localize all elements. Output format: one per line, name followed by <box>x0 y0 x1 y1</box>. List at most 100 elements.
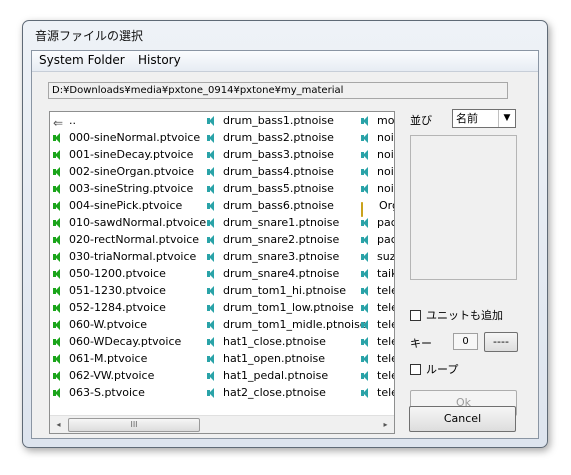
file-column-2: drum_bass1.ptnoise drum_bass2.ptnoisedrum… <box>207 112 367 401</box>
list-item[interactable]: 002-sineOrgan.ptvoice <box>53 163 206 180</box>
noise-speaker-icon <box>207 370 217 382</box>
noise-speaker-icon <box>207 387 217 399</box>
list-item[interactable]: tele <box>361 282 394 299</box>
list-item[interactable]: noi <box>361 146 394 163</box>
list-item[interactable]: hat1_pedal.ptnoise <box>207 367 367 384</box>
speaker-icon <box>53 183 63 195</box>
noise-speaker-icon <box>207 115 217 127</box>
list-item[interactable]: hat2_close.ptnoise <box>207 384 367 401</box>
file-name: 004-sinePick.ptvoice <box>69 199 183 212</box>
noise-speaker-icon <box>361 132 371 144</box>
list-item[interactable]: drum_bass4.ptnoise <box>207 163 367 180</box>
list-item[interactable]: hat1_open.ptnoise <box>207 350 367 367</box>
list-item[interactable]: 063-S.ptvoice <box>53 384 206 401</box>
list-item[interactable]: tele <box>361 384 394 401</box>
list-item[interactable]: 050-1200.ptvoice <box>53 265 206 282</box>
sort-label: 並び <box>410 114 432 127</box>
list-item[interactable]: 030-triaNormal.ptvoice <box>53 248 206 265</box>
noise-speaker-icon <box>361 183 371 195</box>
list-item[interactable]: Org <box>361 197 394 217</box>
list-item[interactable]: 000-sineNormal.ptvoice <box>53 129 206 146</box>
scroll-thumb[interactable]: III <box>68 418 200 432</box>
menu-history[interactable]: History <box>135 53 184 67</box>
list-item[interactable]: drum_tom1_hi.ptnoise <box>207 282 367 299</box>
file-name: 052-1284.ptvoice <box>69 301 166 314</box>
list-item[interactable]: drum_bass3.ptnoise <box>207 146 367 163</box>
list-item[interactable]: mo <box>361 112 394 129</box>
horizontal-scrollbar[interactable]: ◂ III ▸ <box>50 415 394 433</box>
add-unit-checkbox-box[interactable] <box>410 309 421 321</box>
list-item[interactable]: taik <box>361 265 394 282</box>
list-item[interactable]: drum_bass6.ptnoise <box>207 197 367 214</box>
noise-speaker-icon <box>361 370 371 382</box>
file-column-3: mo noi noi noi noi Org pac pac suz taik tele tele te… <box>361 112 395 401</box>
file-select-dialog: 音源ファイルの選択 System Folder History D:¥Downl… <box>22 20 548 448</box>
list-item[interactable]: 010-sawdNormal.ptvoice <box>53 214 206 231</box>
speaker-icon <box>53 217 63 229</box>
list-item[interactable]: 052-1284.ptvoice <box>53 299 206 316</box>
loop-checkbox[interactable]: ループ <box>410 361 458 377</box>
list-item[interactable]: tele <box>361 350 394 367</box>
file-list[interactable]: ⇐.. 000-sineNormal.ptvoice 001-sineDecay.p… <box>49 111 395 434</box>
list-item[interactable]: pac <box>361 231 395 248</box>
list-item[interactable]: 061-M.ptvoice <box>53 350 206 367</box>
list-item[interactable]: 003-sineString.ptvoice <box>53 180 206 197</box>
noise-speaker-icon <box>361 268 371 280</box>
speaker-icon <box>53 336 63 348</box>
list-item[interactable]: 062-VW.ptvoice <box>53 367 206 384</box>
key-select-button[interactable]: ---- <box>484 332 518 352</box>
list-item[interactable]: drum_snare4.ptnoise <box>207 265 367 282</box>
file-name: 062-VW.ptvoice <box>69 369 155 382</box>
list-item[interactable]: drum_bass1.ptnoise <box>207 112 367 129</box>
list-item[interactable]: tele <box>361 316 394 333</box>
list-item[interactable]: noi <box>361 129 394 146</box>
noise-speaker-icon <box>207 302 217 314</box>
list-item[interactable]: drum_snare2.ptnoise <box>207 231 367 248</box>
list-item[interactable]: noi <box>361 180 394 197</box>
file-name: tele <box>377 369 394 382</box>
file-name: drum_bass5.ptnoise <box>223 182 334 195</box>
list-item[interactable]: drum_bass2.ptnoise <box>207 129 367 146</box>
file-name: pac <box>377 233 395 246</box>
list-item[interactable]: 001-sineDecay.ptvoice <box>53 146 206 163</box>
menu-system-folder[interactable]: System Folder <box>36 53 128 67</box>
list-item[interactable]: drum_tom1_midle.ptnoise <box>207 316 367 333</box>
list-item[interactable]: drum_snare3.ptnoise <box>207 248 367 265</box>
scroll-left-button[interactable]: ◂ <box>50 416 67 433</box>
list-item[interactable]: drum_tom1_low.ptnoise <box>207 299 367 316</box>
file-name: pac <box>377 216 395 229</box>
sort-select[interactable]: 名前 ▼ <box>452 109 516 128</box>
file-name: tele <box>377 284 394 297</box>
list-item[interactable]: tele <box>361 367 394 384</box>
noise-speaker-icon <box>361 285 371 297</box>
scroll-right-button[interactable]: ▸ <box>377 416 394 433</box>
add-unit-checkbox[interactable]: ユニットも追加 <box>410 307 503 323</box>
file-name: 030-triaNormal.ptvoice <box>69 250 197 263</box>
list-item[interactable]: 004-sinePick.ptvoice <box>53 197 206 214</box>
list-item[interactable]: 060-W.ptvoice <box>53 316 206 333</box>
file-name: 063-S.ptvoice <box>69 386 145 399</box>
file-name: hat1_pedal.ptnoise <box>223 369 329 382</box>
list-item[interactable]: 051-1230.ptvoice <box>53 282 206 299</box>
list-item[interactable]: 060-WDecay.ptvoice <box>53 333 206 350</box>
file-name: hat1_close.ptnoise <box>223 335 326 348</box>
speaker-icon <box>53 200 63 212</box>
list-item[interactable]: tele <box>361 299 394 316</box>
list-item[interactable]: pac <box>361 214 395 231</box>
noise-speaker-icon <box>361 166 371 178</box>
list-item[interactable]: ⇐.. <box>53 112 206 129</box>
list-item[interactable]: tele <box>361 333 394 350</box>
list-item[interactable]: 020-rectNormal.ptvoice <box>53 231 206 248</box>
list-item[interactable]: hat1_close.ptnoise <box>207 333 367 350</box>
file-name: noi <box>377 165 394 178</box>
speaker-icon <box>53 353 63 365</box>
list-item[interactable]: drum_bass5.ptnoise <box>207 180 367 197</box>
file-name: 050-1200.ptvoice <box>69 267 166 280</box>
cancel-button[interactable]: Cancel <box>409 406 516 432</box>
list-item[interactable]: noi <box>361 163 394 180</box>
list-item[interactable]: suz <box>361 248 394 265</box>
loop-checkbox-box[interactable] <box>410 363 421 375</box>
menu-bar: System Folder History <box>32 51 538 72</box>
file-name: drum_bass2.ptnoise <box>223 131 334 144</box>
list-item[interactable]: drum_snare1.ptnoise <box>207 214 367 231</box>
